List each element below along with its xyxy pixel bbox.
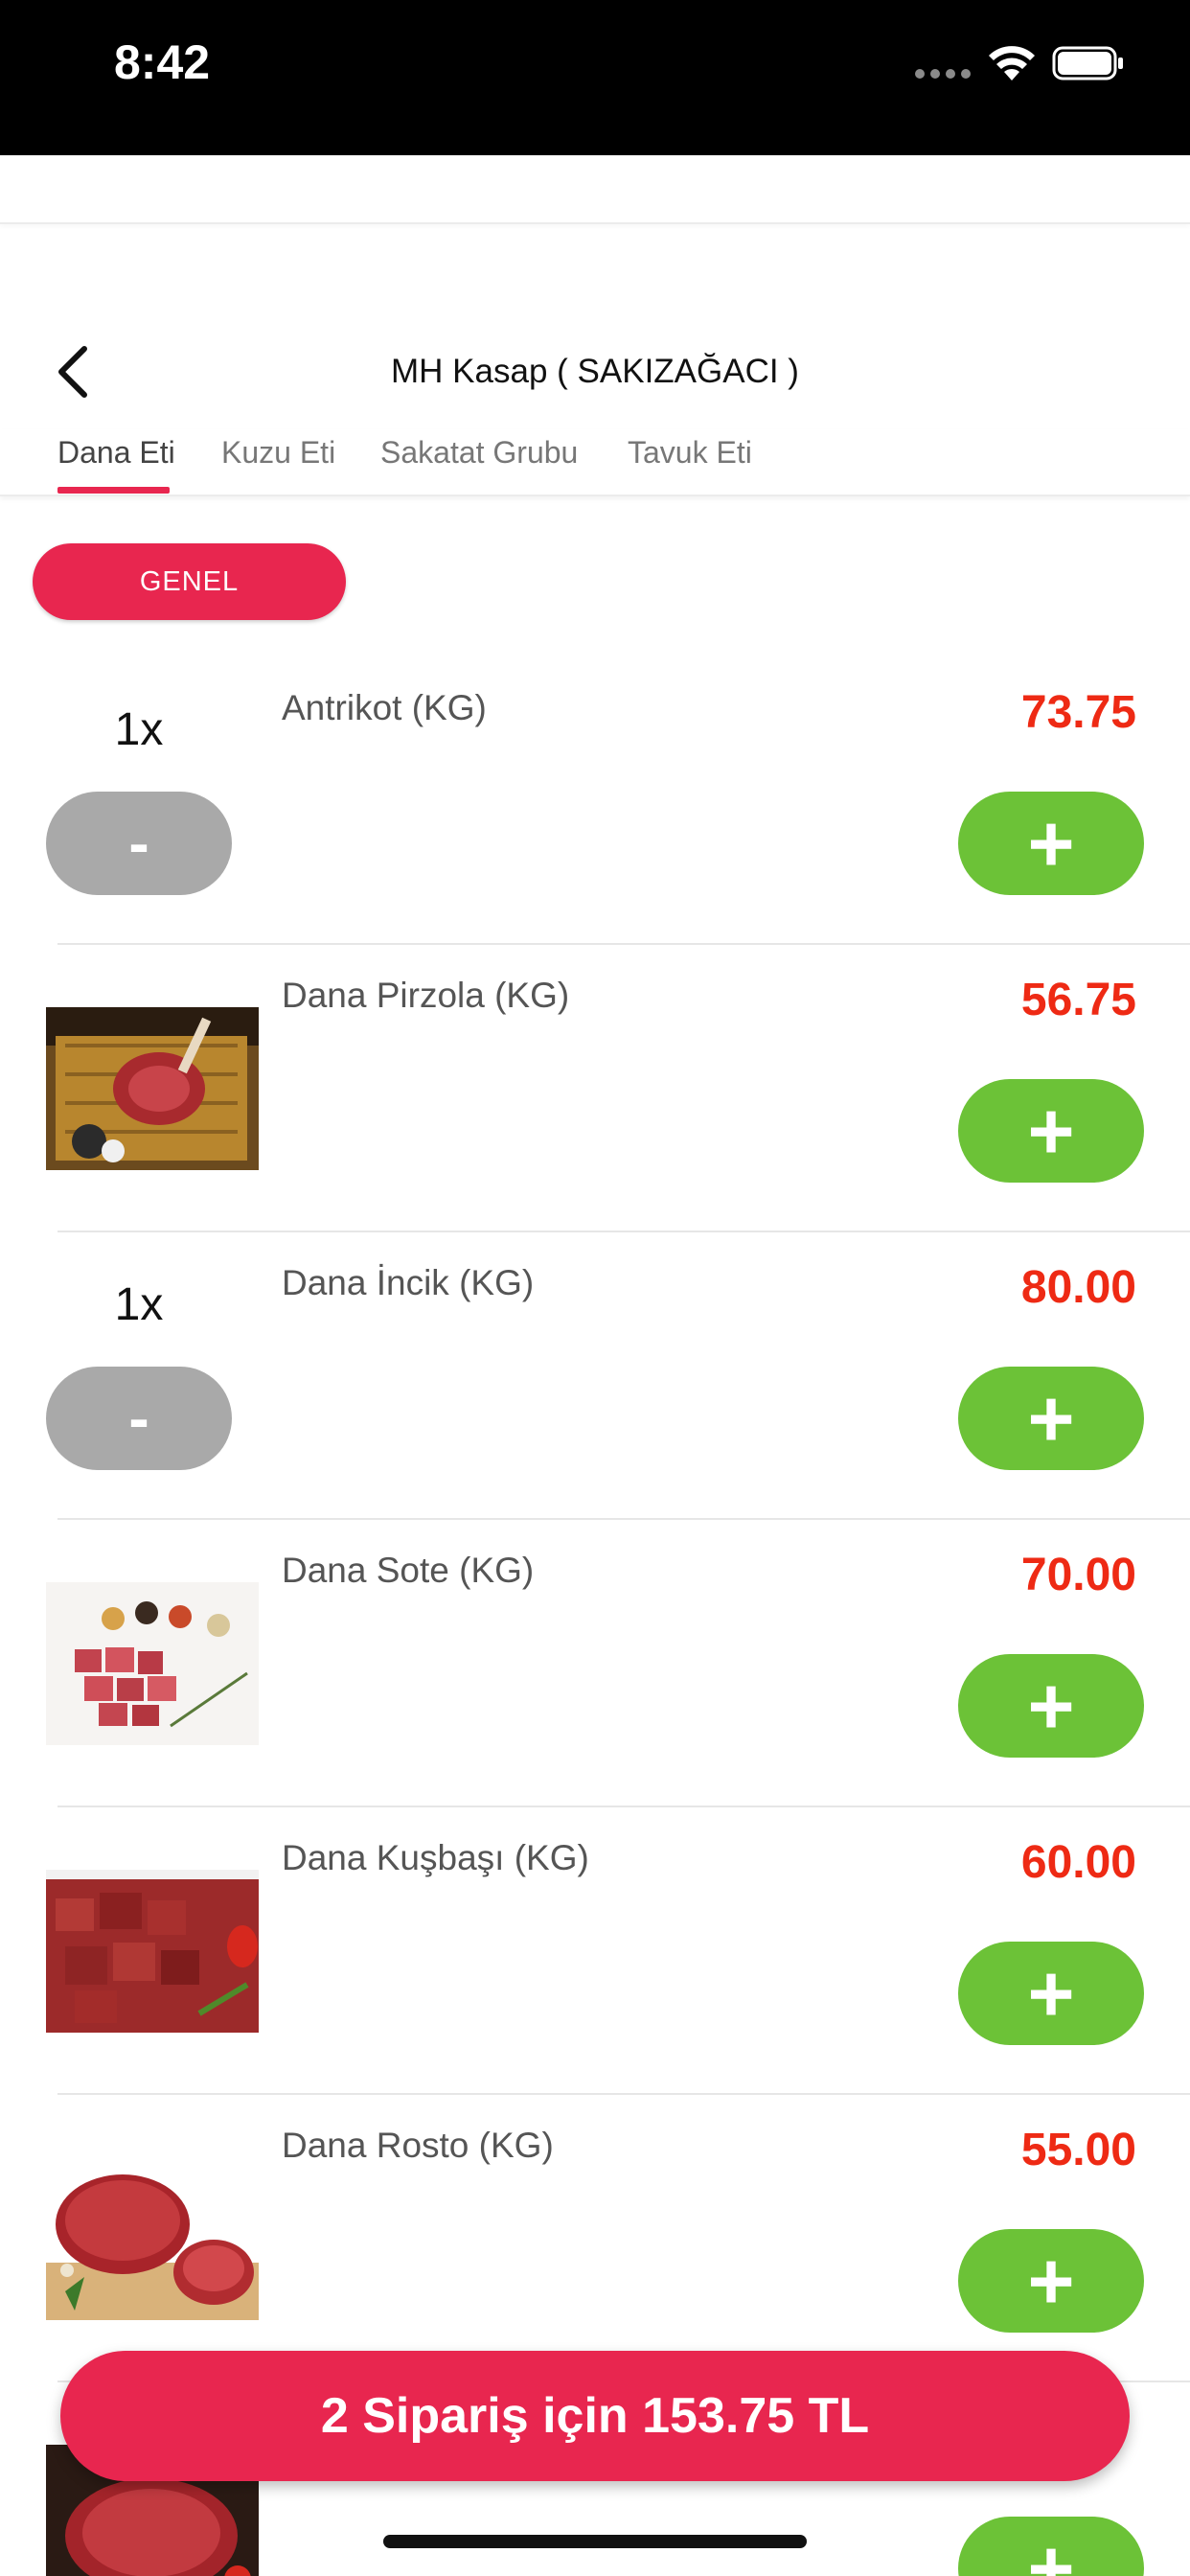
tab-tavuk-eti[interactable]: Tavuk Eti [628,435,752,471]
increase-button[interactable]: + [958,2517,1144,2576]
item-name: Dana İncik (KG) [282,1263,535,1302]
home-indicator [383,2535,807,2548]
status-time: 8:42 [114,35,211,89]
diced-beef-photo [46,1870,259,2033]
top-divider [0,222,1190,224]
item-price: 55.00 [1020,2125,1136,2175]
page-title: MH Kasap ( SAKIZAĞACI ) [391,353,799,390]
active-tab-indicator [57,487,170,494]
item-price: 73.75 [1020,687,1136,738]
tab-kuzu-eti[interactable]: Kuzu Eti [221,435,335,471]
item-price: 70.00 [1020,1550,1136,1600]
item-price: 56.75 [1020,975,1136,1025]
decrease-button[interactable]: - [46,1367,232,1470]
item-name: Antrikot (KG) [282,688,487,727]
steak-photo [46,1007,259,1170]
increase-button[interactable]: + [958,2229,1144,2333]
item-name: Dana Rosto (KG) [282,2126,554,2165]
item-price: 80.00 [1020,1262,1136,1313]
tab-dana-eti[interactable]: Dana Eti [57,435,175,471]
category-tabs: Dana Eti Kuzu Eti Sakatat Grubu Tavuk Et… [0,429,1190,496]
increase-button[interactable]: + [958,1942,1144,2045]
wifi-icon [989,46,1035,80]
quantity-label: 1x [114,1279,164,1330]
signal-icon [915,69,973,82]
roast-beef-photo [46,2157,259,2320]
item-name: Dana Sote (KG) [282,1551,535,1590]
increase-button[interactable]: + [958,1079,1144,1183]
item-price: 60.00 [1020,1837,1136,1888]
cubed-meat-photo [46,1582,259,1745]
list-item: Dana Pirzola (KG) 56.75 + [0,945,1190,1232]
tab-sakatat-grubu[interactable]: Sakatat Grubu [380,435,578,471]
list-item: Dana Kuşbaşı (KG) 60.00 + [0,1807,1190,2095]
quantity-label: 1x [114,704,164,755]
battery-icon [1052,46,1123,80]
increase-button[interactable]: + [958,792,1144,895]
subcategory-genel-button[interactable]: GENEL [33,543,346,620]
item-name: Dana Pirzola (KG) [282,976,570,1015]
checkout-button[interactable]: 2 Sipariş için 153.75 TL [60,2351,1130,2481]
list-item: 1x - Antrikot (KG) 73.75 + [0,657,1190,945]
list-item: 1x - Dana İncik (KG) 80.00 + [0,1232,1190,1520]
list-item: Dana Sote (KG) 70.00 + [0,1520,1190,1807]
list-item: Dana Rosto (KG) 55.00 + [0,2095,1190,2382]
item-name: Dana Kuşbaşı (KG) [282,1838,589,1877]
status-bar: 8:42 [0,0,1190,155]
increase-button[interactable]: + [958,1367,1144,1470]
decrease-button[interactable]: - [46,792,232,895]
increase-button[interactable]: + [958,1654,1144,1758]
